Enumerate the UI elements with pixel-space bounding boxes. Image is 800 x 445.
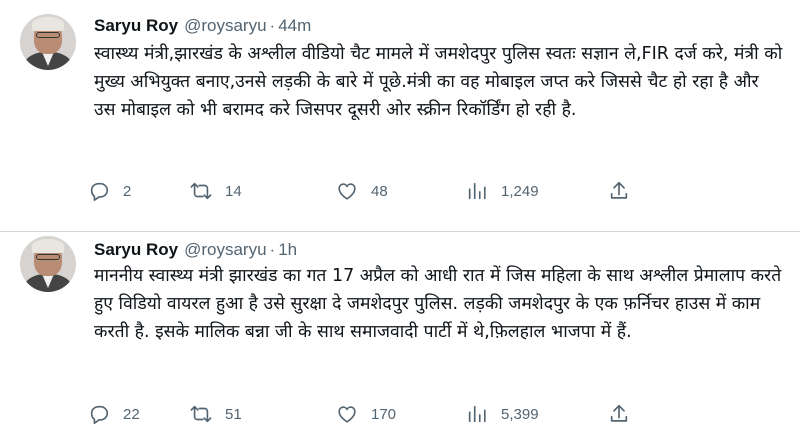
tweet[interactable]: Saryu Roy @roysaryu · 44m स्वास्थ्य मंत्… xyxy=(0,0,800,232)
author-handle[interactable]: @roysaryu xyxy=(184,16,266,36)
tweet-actions: 2 14 48 1,249 xyxy=(88,176,648,206)
like-count: 170 xyxy=(371,405,397,423)
author-name[interactable]: Saryu Roy xyxy=(94,240,178,260)
retweet-button[interactable]: 14 xyxy=(190,176,242,206)
avatar[interactable] xyxy=(20,14,76,70)
tweet-header: Saryu Roy @roysaryu · 1h xyxy=(94,240,297,260)
tweet-actions: 22 51 170 5,399 xyxy=(88,399,648,429)
tweet[interactable]: Saryu Roy @roysaryu · 1h माननीय स्वास्थ्… xyxy=(0,232,800,445)
retweet-count: 51 xyxy=(225,405,242,423)
views-count: 5,399 xyxy=(501,405,539,423)
tweet-header: Saryu Roy @roysaryu · 44m xyxy=(94,16,311,36)
like-count: 48 xyxy=(371,182,388,200)
share-button[interactable] xyxy=(608,176,630,206)
retweet-icon xyxy=(190,182,212,200)
views-count: 1,249 xyxy=(501,182,539,200)
separator-dot: · xyxy=(269,240,276,259)
avatar[interactable] xyxy=(20,236,76,292)
views-icon xyxy=(468,405,486,423)
retweet-button[interactable]: 51 xyxy=(190,399,242,429)
tweet-timestamp[interactable]: 44m xyxy=(278,16,311,36)
reply-count: 22 xyxy=(123,405,140,423)
views-button[interactable]: 5,399 xyxy=(466,399,539,429)
share-button[interactable] xyxy=(608,399,630,429)
reply-icon xyxy=(90,182,109,201)
like-icon xyxy=(338,183,356,200)
tweet-text: माननीय स्वास्थ्य मंत्री झारखंड का गत 17 … xyxy=(94,266,782,342)
retweet-count: 14 xyxy=(225,182,242,200)
reply-icon xyxy=(90,405,109,424)
like-button[interactable]: 48 xyxy=(336,176,388,206)
like-button[interactable]: 170 xyxy=(336,399,396,429)
reply-button[interactable]: 2 xyxy=(88,176,131,206)
retweet-icon xyxy=(190,405,212,423)
tweet-text: स्वास्थ्य मंत्री,झारखंड के अश्लील वीडियो… xyxy=(94,44,783,120)
views-button[interactable]: 1,249 xyxy=(466,176,539,206)
author-handle[interactable]: @roysaryu xyxy=(184,240,266,260)
separator-dot: · xyxy=(269,16,276,35)
reply-button[interactable]: 22 xyxy=(88,399,140,429)
author-name[interactable]: Saryu Roy xyxy=(94,16,178,36)
reply-count: 2 xyxy=(123,182,132,200)
tweet-timestamp[interactable]: 1h xyxy=(278,240,297,260)
share-icon xyxy=(610,404,628,422)
like-icon xyxy=(338,406,356,423)
views-icon xyxy=(468,182,486,200)
share-icon xyxy=(610,181,628,199)
